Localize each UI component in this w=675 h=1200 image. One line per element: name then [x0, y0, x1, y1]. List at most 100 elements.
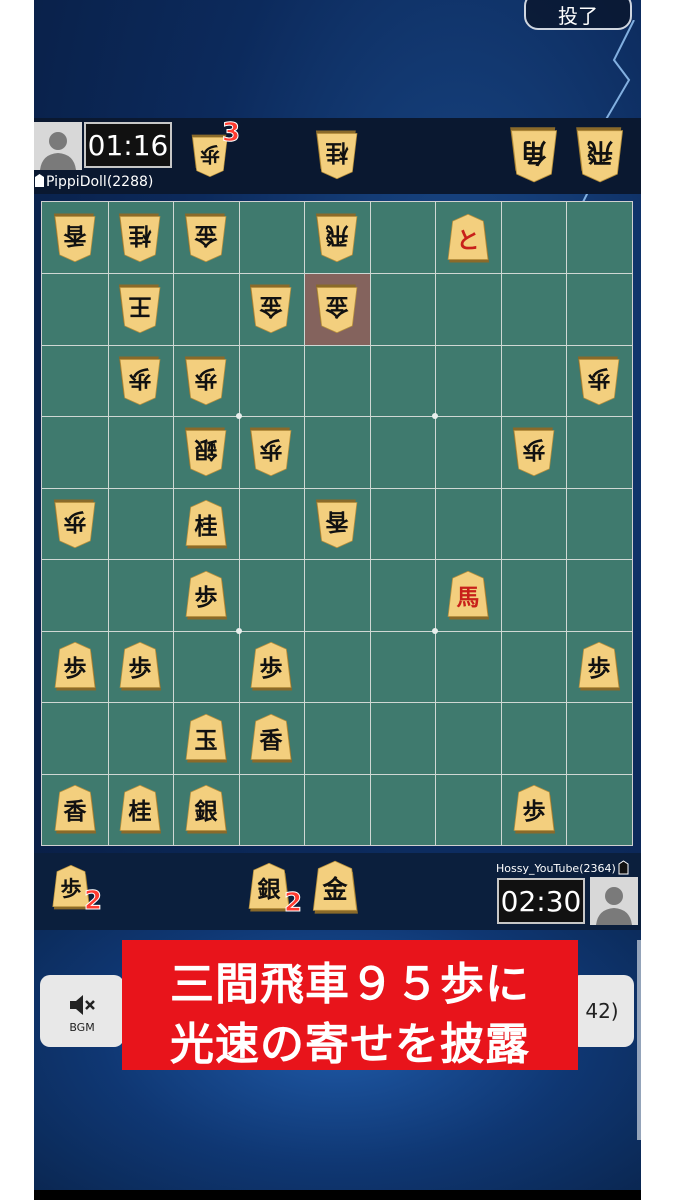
piece-label: 桂	[326, 139, 349, 165]
opponent-avatar	[34, 122, 82, 170]
board-piece[interactable]: と	[445, 211, 491, 265]
piece-label: 桂	[129, 799, 152, 825]
player-time: 02:30	[500, 884, 582, 918]
board-grid-line	[238, 202, 240, 845]
piece-label: 歩	[129, 365, 152, 391]
gote-piece-icon	[35, 174, 44, 187]
caption-line-1: 三間飛車９５歩に	[170, 959, 530, 1010]
resign-button[interactable]: 投了	[524, 0, 632, 30]
hand-piece[interactable]: 飛	[574, 124, 626, 186]
piece-label: 歩	[588, 656, 611, 682]
piece-label: 歩	[200, 142, 220, 166]
board-piece[interactable]: 飛	[314, 211, 360, 265]
board-piece[interactable]: 香	[248, 711, 294, 765]
board-piece[interactable]: 王	[117, 282, 163, 336]
board-piece[interactable]: 香	[52, 782, 98, 836]
hand-piece[interactable]: 角	[508, 124, 560, 186]
board-grid-line	[42, 630, 632, 632]
piece-label: 歩	[129, 656, 152, 682]
hand-piece-count: 2	[83, 886, 103, 917]
piece-label: 香	[63, 799, 87, 825]
board-grid-line	[42, 344, 632, 346]
board-piece[interactable]: 歩	[183, 354, 229, 408]
piece-label: 歩	[194, 365, 217, 391]
person-icon	[590, 877, 638, 925]
board-grid-line	[42, 773, 632, 775]
board-star-point	[235, 413, 242, 420]
piece-label: 桂	[129, 222, 152, 248]
sente-piece-icon	[618, 860, 629, 875]
opponent-timer: 01:16	[84, 122, 172, 168]
hand-piece[interactable]: 金	[310, 856, 360, 918]
resign-label: 投了	[558, 3, 598, 28]
piece-label: 銀	[194, 798, 217, 825]
board-piece[interactable]: 歩	[511, 782, 557, 836]
piece-label: 歩	[194, 585, 217, 611]
move-count-button[interactable]: 42)	[570, 975, 634, 1047]
piece-label: 金	[259, 293, 284, 320]
piece-label: 香	[260, 728, 284, 754]
player-name: Hossy_YouTube(2364)	[496, 862, 616, 875]
board-piece[interactable]: 香	[52, 211, 98, 265]
board-star-point	[432, 627, 439, 634]
board-piece[interactable]: 銀	[183, 782, 229, 836]
board-piece[interactable]: 歩	[52, 639, 98, 693]
piece-label: 歩	[588, 365, 611, 391]
piece-label: 金	[193, 222, 218, 249]
board-piece[interactable]: 歩	[248, 425, 294, 479]
caption-banner: 三間飛車９５歩に 光速の寄せを披露	[122, 940, 578, 1070]
board-piece[interactable]: 歩	[576, 639, 622, 693]
piece-label: 歩	[63, 656, 86, 682]
board-star-point	[235, 627, 242, 634]
board-piece[interactable]: 金	[314, 282, 360, 336]
board-piece[interactable]: 金	[183, 211, 229, 265]
board-grid-line	[435, 202, 437, 845]
board-piece[interactable]: 玉	[183, 711, 229, 765]
player-timer: 02:30	[497, 878, 585, 924]
board-piece[interactable]: 香	[314, 497, 360, 551]
board-piece[interactable]: 歩	[52, 497, 98, 551]
board-piece[interactable]: 桂	[117, 782, 163, 836]
board-piece[interactable]: 歩	[248, 639, 294, 693]
board-grid-line	[42, 416, 632, 418]
board-grid-line	[369, 202, 371, 845]
board-piece[interactable]: 歩	[117, 354, 163, 408]
board-piece[interactable]: 歩	[117, 639, 163, 693]
piece-label: 香	[62, 222, 86, 248]
board-piece[interactable]: 桂	[117, 211, 163, 265]
piece-label: 玉	[194, 728, 217, 754]
hand-piece[interactable]: 桂	[314, 124, 360, 186]
bgm-toggle-button[interactable]: BGM	[40, 975, 124, 1047]
board-piece[interactable]: 歩	[511, 425, 557, 479]
piece-label: と	[457, 228, 480, 254]
shogi-board[interactable]: 香桂金飛と王金金歩歩歩銀歩歩歩桂香歩馬歩歩歩歩玉香香桂銀歩	[41, 201, 633, 846]
board-grid-line	[42, 702, 632, 704]
speaker-muted-icon	[70, 995, 95, 1015]
hand-piece-count: 3	[221, 118, 241, 149]
opponent-name-row: PippiDoll(2288)	[34, 173, 153, 190]
piece-label: 飛	[587, 137, 613, 167]
board-piece[interactable]: 歩	[183, 568, 229, 622]
piece-label: 歩	[61, 877, 82, 901]
board-grid-line	[500, 202, 502, 845]
board-piece[interactable]: 桂	[183, 497, 229, 551]
hand-piece-count: 2	[283, 888, 303, 919]
piece-label: 銀	[194, 436, 217, 463]
bgm-label: BGM	[69, 1021, 95, 1034]
board-grid-line	[566, 202, 568, 845]
piece-label: 歩	[260, 436, 283, 462]
caption-line-2: 光速の寄せを披露	[170, 1019, 530, 1070]
piece-label: 金	[321, 875, 348, 904]
board-piece[interactable]: 馬	[445, 568, 491, 622]
system-nav-bar	[34, 1190, 641, 1200]
player-name-row: Hossy_YouTube(2364)	[496, 860, 629, 875]
board-piece[interactable]: 歩	[576, 354, 622, 408]
board-piece[interactable]: 銀	[183, 425, 229, 479]
player-avatar	[590, 877, 638, 925]
scrollbar[interactable]	[637, 940, 641, 1140]
piece-label: 歩	[522, 436, 545, 462]
board-grid-line	[42, 559, 632, 561]
piece-label: 歩	[63, 508, 86, 534]
board-piece[interactable]: 金	[248, 282, 294, 336]
board-grid-line	[107, 202, 109, 845]
